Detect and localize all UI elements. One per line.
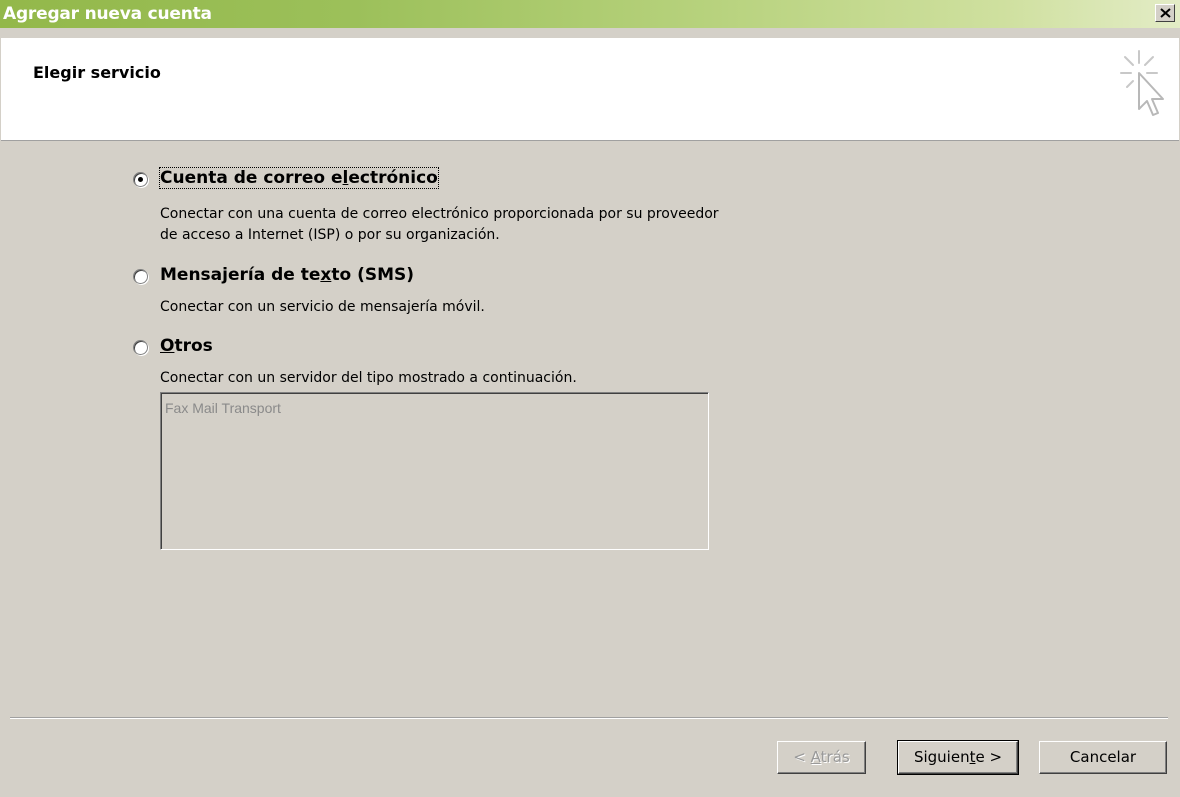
list-item: Fax Mail Transport	[165, 400, 281, 416]
option-email-label[interactable]: Cuenta de correo electrónico	[159, 167, 439, 189]
option-other-label[interactable]: Otros	[160, 336, 213, 356]
close-x-icon	[1160, 8, 1171, 18]
radio-sms[interactable]	[133, 269, 148, 284]
option-sms-label[interactable]: Mensajería de texto (SMS)	[160, 265, 414, 285]
close-button[interactable]	[1155, 4, 1175, 22]
back-button[interactable]: < Atrás	[777, 741, 866, 774]
radio-other[interactable]	[133, 340, 148, 355]
option-other-description: Conectar con un servidor del tipo mostra…	[160, 370, 577, 386]
wizard-header: Elegir servicio	[1, 38, 1179, 141]
page-title: Elegir servicio	[33, 63, 161, 82]
cancel-button[interactable]: Cancelar	[1039, 741, 1167, 774]
cursor-click-sparkle-icon	[1120, 50, 1164, 116]
next-button[interactable]: Siguiente >	[897, 740, 1019, 775]
footer-divider	[10, 717, 1168, 719]
radio-email-account[interactable]	[133, 172, 148, 187]
server-type-list[interactable]: Fax Mail Transport	[160, 392, 709, 550]
radio-selected-dot	[138, 177, 143, 182]
title-bar: Agregar nueva cuenta	[0, 0, 1180, 28]
option-email-description: Conectar con una cuenta de correo electr…	[160, 206, 719, 243]
window-title: Agregar nueva cuenta	[3, 4, 212, 24]
option-sms-description: Conectar con un servicio de mensajería m…	[160, 299, 485, 315]
